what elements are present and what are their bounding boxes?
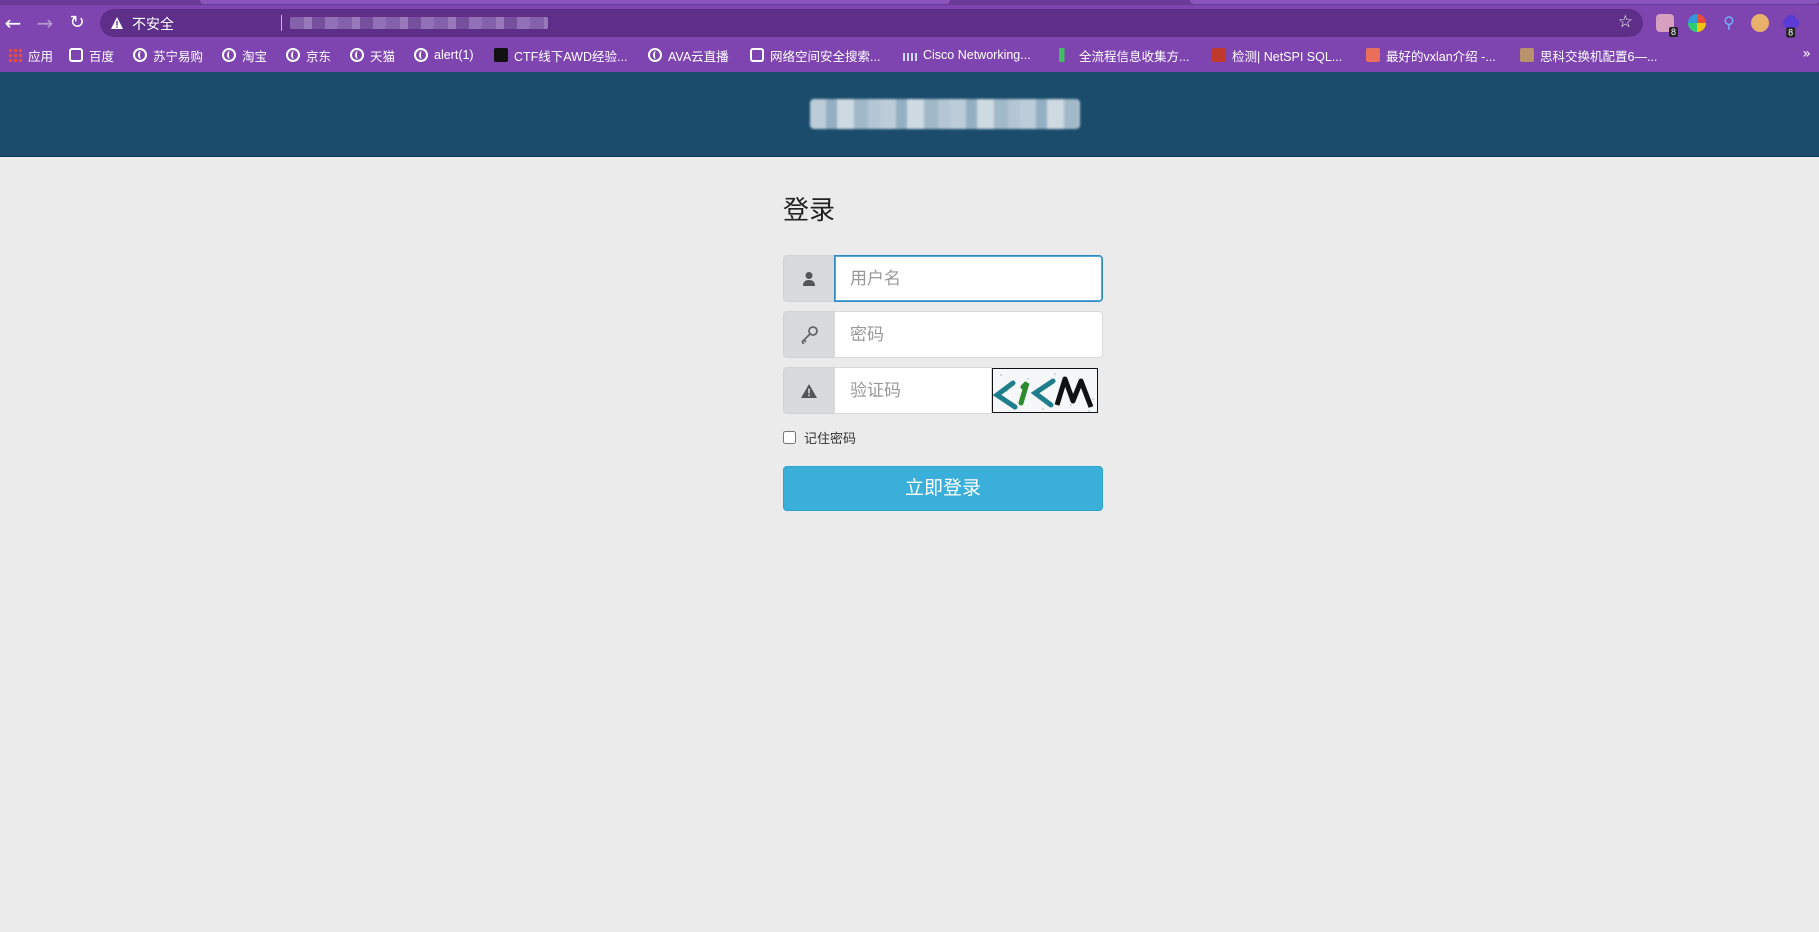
site-header [0,72,1819,157]
captcha-image[interactable] [992,368,1098,413]
bookmark-label: AVA云直播 [668,49,729,64]
netspi-icon [1212,48,1226,62]
warning-icon [783,367,834,414]
browser-tab[interactable] [1190,0,1819,4]
extension-badge: 8 [1786,27,1796,38]
bookmark-star-icon[interactable]: ☆ [1618,12,1633,32]
url-redacted[interactable] [290,17,548,29]
bookmark-label: Cisco Networking... [923,48,1031,62]
browser-tab[interactable] [200,0,950,4]
location-pin-extension-icon[interactable]: ⚲ [1720,14,1738,32]
bookmark-cyberspace-search[interactable]: 网络空间安全搜索... [750,46,880,64]
username-field [783,255,1103,302]
login-form: 登录 用户名 验证码 记住密码 立即登录 [783,190,1103,511]
apps-grid-icon [8,48,22,62]
cookie-extension-icon[interactable] [1751,14,1769,32]
remember-checkbox[interactable] [783,431,796,444]
security-status[interactable]: 不安全 [132,14,174,34]
back-arrow-icon[interactable]: ← [0,10,26,36]
bookmark-label: 天猫 [370,49,396,64]
globe-icon [350,48,364,62]
bookmark-jd[interactable]: 京东 [286,46,331,64]
globe-icon [133,48,147,62]
globe-icon [648,48,662,62]
username-input[interactable] [834,255,1103,302]
terminal-icon [494,48,508,62]
password-field [783,311,1103,358]
site-title-redacted [810,99,1080,129]
globe-icon [222,48,236,62]
captcha-field [783,367,1103,414]
bookmark-label: 苏宁易购 [153,49,204,64]
bookmark-suning[interactable]: 苏宁易购 [133,46,203,64]
bookmark-label: 最好的vxlan介绍 -... [1386,49,1496,64]
more-bookmarks-chevron-icon[interactable]: » [1802,46,1811,62]
bookmark-label: 检测| NetSPI SQL... [1232,49,1343,64]
color-wheel-extension-icon[interactable] [1688,14,1706,32]
bookmark-tmall[interactable]: 天猫 [350,46,395,64]
cisco-icon [903,53,917,61]
bookmark-label: 思科交换机配置6—... [1540,49,1658,64]
bookmark-label: 百度 [89,49,115,64]
bookmark-alert[interactable]: alert(1) [414,46,474,64]
bookmark-label: CTF线下AWD经验... [514,49,628,64]
bookmark-taobao[interactable]: 淘宝 [222,46,267,64]
warning-icon [110,15,124,34]
bookmark-info-gathering[interactable]: 全流程信息收集方... [1059,46,1189,64]
bookmark-ctf-awd[interactable]: CTF线下AWD经验... [494,46,627,64]
photo-icon [1520,48,1534,62]
bookmark-vxlan[interactable]: 最好的vxlan介绍 -... [1366,46,1496,64]
remember-password[interactable]: 记住密码 [783,428,856,447]
globe-icon [414,48,428,62]
bookmark-label: 网络空间安全搜索... [770,49,881,64]
login-button[interactable]: 立即登录 [783,466,1103,511]
bookmark-label: 淘宝 [242,49,268,64]
extension-icon[interactable]: 8 [1656,14,1678,37]
browser-toolbar: ← → ↻ 不安全 ☆ 8 ⚲ 8 [0,6,1819,40]
forward-arrow-icon[interactable]: → [32,10,58,36]
baidu-icon [69,48,83,62]
cube-extension-icon[interactable]: 8 [1781,13,1801,38]
search-engine-icon [750,48,764,62]
tab-strip [0,0,1819,5]
password-input[interactable] [834,311,1103,358]
divider [281,15,282,31]
jianshu-icon [1366,48,1380,62]
remember-label: 记住密码 [804,431,857,446]
bookmark-apps[interactable]: 应用 [8,46,53,64]
bookmark-label: 应用 [28,49,54,64]
bookmark-cisco[interactable]: Cisco Networking... [903,46,1031,64]
bookmark-label: 全流程信息收集方... [1079,49,1190,64]
address-bar[interactable]: 不安全 ☆ [100,9,1643,37]
bookmarks-bar: 应用 百度 苏宁易购 淘宝 京东 天猫 alert(1) CTF线下AWD经验.… [0,42,1819,68]
bookmark-label: alert(1) [434,48,474,62]
user-icon [783,255,834,302]
globe-icon [286,48,300,62]
login-title: 登录 [783,195,836,225]
chart-icon [1059,48,1073,62]
bookmark-baidu[interactable]: 百度 [69,46,114,64]
extension-badge: 8 [1668,27,1678,37]
reload-icon[interactable]: ↻ [64,10,90,36]
captcha-input[interactable] [834,367,992,414]
key-icon [783,311,834,358]
bookmark-netspi[interactable]: 检测| NetSPI SQL... [1212,46,1342,64]
bookmark-ava-live[interactable]: AVA云直播 [648,46,729,64]
browser-chrome: ← → ↻ 不安全 ☆ 8 ⚲ 8 应用 百度 苏宁易购 淘宝 京东 天猫 al… [0,0,1819,72]
bookmark-label: 京东 [306,49,332,64]
bookmark-cisco-switch[interactable]: 思科交换机配置6—... [1520,46,1657,64]
